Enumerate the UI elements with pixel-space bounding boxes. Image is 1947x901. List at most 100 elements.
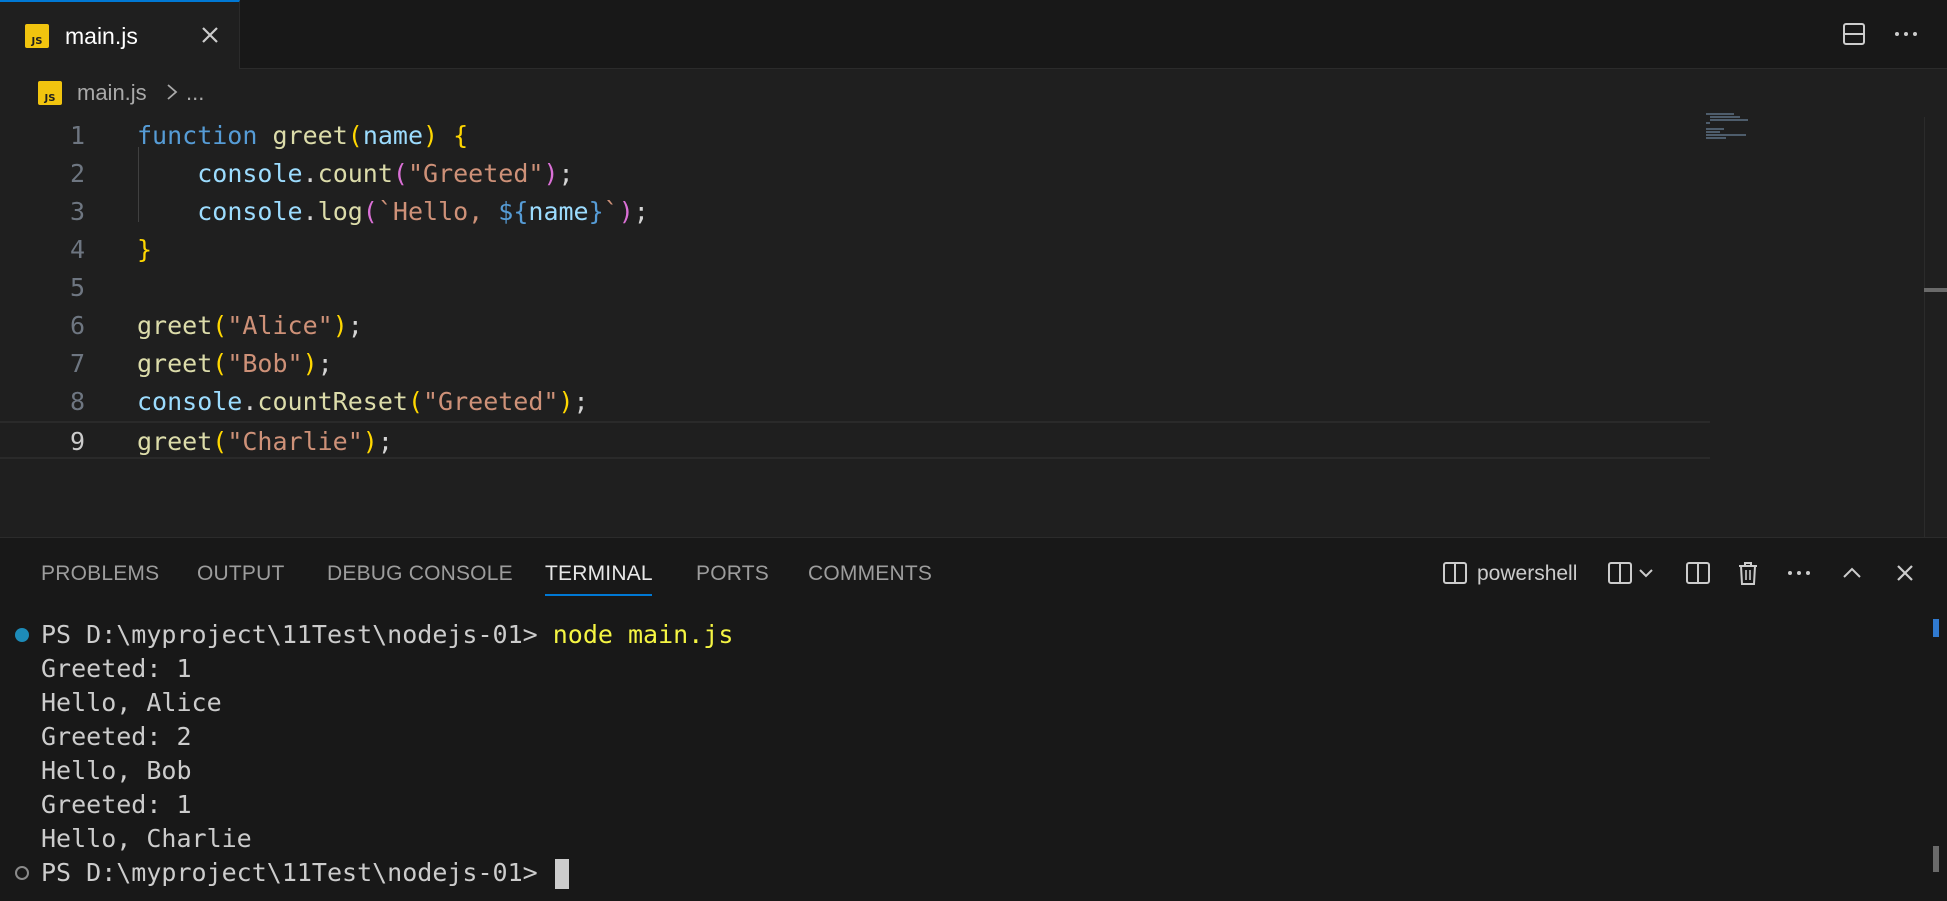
code-token: function bbox=[137, 121, 258, 150]
terminal-output-line: Hello, Charlie bbox=[41, 824, 252, 853]
terminal-prompt: PS D:\myproject\11Test\nodejs-01> bbox=[41, 858, 553, 887]
line-number: 7 bbox=[69, 349, 85, 378]
line-number: 8 bbox=[69, 387, 85, 416]
code-line[interactable]: 9 greet("Charlie"); bbox=[0, 421, 1710, 459]
code-token: . bbox=[242, 387, 258, 416]
tab-terminal[interactable]: TERMINAL bbox=[545, 562, 653, 586]
code-token: ; bbox=[377, 427, 393, 456]
editor-tab-bar: JS main.js bbox=[0, 0, 1947, 69]
terminal-shell-label[interactable]: powershell bbox=[1477, 562, 1577, 586]
terminal-split-icon[interactable] bbox=[1440, 558, 1470, 588]
command-success-icon[interactable] bbox=[15, 628, 29, 642]
code-line[interactable]: 3 console.log(`Hello, ${name}`); bbox=[0, 193, 1710, 231]
code-line[interactable]: 7 greet("Bob"); bbox=[0, 345, 1710, 383]
code-line[interactable]: 5 bbox=[0, 269, 1710, 307]
javascript-file-icon: JS bbox=[38, 81, 62, 105]
tab-debug-console[interactable]: DEBUG CONSOLE bbox=[327, 562, 513, 586]
code-text: greet("Alice"); bbox=[137, 307, 363, 345]
code-token: name bbox=[528, 197, 589, 226]
code-token: ) bbox=[332, 311, 348, 340]
line-number: 6 bbox=[69, 311, 85, 340]
code-token: ) bbox=[423, 121, 439, 150]
breadcrumb-more[interactable]: ... bbox=[186, 80, 204, 106]
code-text: function greet(name) { bbox=[137, 117, 468, 155]
code-token: ( bbox=[392, 159, 408, 188]
code-token: "Alice" bbox=[227, 311, 333, 340]
split-terminal-icon[interactable] bbox=[1605, 558, 1635, 588]
code-token: ( bbox=[347, 121, 363, 150]
code-line[interactable]: 1 function greet(name) { bbox=[0, 117, 1710, 155]
minimap[interactable] bbox=[1706, 113, 1786, 153]
tab-output[interactable]: OUTPUT bbox=[197, 562, 285, 586]
terminal-prompt: PS D:\myproject\11Test\nodejs-01> bbox=[41, 620, 553, 649]
tab-ports[interactable]: PORTS bbox=[696, 562, 769, 586]
code-token: ; bbox=[573, 387, 589, 416]
code-token: { bbox=[453, 121, 469, 150]
code-token: ${ bbox=[498, 197, 529, 226]
code-token: "Greeted" bbox=[407, 159, 544, 188]
code-line[interactable]: 4} bbox=[0, 231, 1710, 269]
close-icon[interactable] bbox=[197, 22, 223, 48]
editor-scrollbar-track bbox=[1924, 117, 1925, 537]
code-line[interactable]: 8 console.countReset("Greeted"); bbox=[0, 383, 1710, 421]
line-number: 4 bbox=[69, 235, 85, 264]
code-token: ( bbox=[362, 197, 378, 226]
breadcrumb: JS main.js ... bbox=[0, 69, 1947, 117]
code-token: greet bbox=[137, 349, 213, 378]
tab-label: main.js bbox=[65, 23, 138, 49]
terminal-output-line: Greeted: 1 bbox=[41, 654, 192, 683]
terminal[interactable]: PS D:\myproject\11Test\nodejs-01> node m… bbox=[0, 618, 1947, 898]
code-editor[interactable]: 1 function greet(name) {2 console.count("… bbox=[0, 117, 1947, 537]
code-token: ; bbox=[558, 159, 574, 188]
split-editor-icon[interactable] bbox=[1683, 558, 1713, 588]
terminal-output-line: Greeted: 1 bbox=[41, 790, 192, 819]
code-token: } bbox=[588, 197, 604, 226]
code-text: greet("Charlie"); bbox=[137, 423, 393, 461]
close-icon[interactable] bbox=[1890, 558, 1920, 588]
line-number: 2 bbox=[69, 159, 85, 188]
code-text: console.countReset("Greeted"); bbox=[137, 383, 589, 421]
code-token: countReset bbox=[257, 387, 408, 416]
code-line[interactable]: 6 greet("Alice"); bbox=[0, 307, 1710, 345]
code-token: ( bbox=[212, 427, 228, 456]
command-pending-icon[interactable] bbox=[15, 866, 29, 880]
more-actions-icon[interactable] bbox=[1784, 558, 1814, 588]
line-number: 9 bbox=[69, 427, 85, 456]
code-token: "Charlie" bbox=[227, 427, 363, 456]
code-token: ) bbox=[558, 387, 574, 416]
breadcrumb-file[interactable]: main.js bbox=[77, 80, 147, 106]
code-token: greet bbox=[137, 311, 213, 340]
code-token: "Bob" bbox=[227, 349, 303, 378]
code-token: ( bbox=[212, 311, 228, 340]
editor-scrollbar-marker[interactable] bbox=[1924, 288, 1947, 292]
terminal-output-line: Greeted: 2 bbox=[41, 722, 192, 751]
code-line[interactable]: 2 console.count("Greeted"); bbox=[0, 155, 1710, 193]
javascript-file-icon: JS bbox=[25, 24, 49, 48]
terminal-command-line: PS D:\myproject\11Test\nodejs-01> node m… bbox=[41, 618, 733, 652]
code-text: console.log(`Hello, ${name}`); bbox=[137, 193, 649, 231]
bottom-panel: PROBLEMS OUTPUT DEBUG CONSOLE TERMINAL P… bbox=[0, 537, 1947, 901]
terminal-scrollbar-thumb[interactable] bbox=[1933, 846, 1939, 872]
code-token: ) bbox=[362, 427, 378, 456]
tab-comments[interactable]: COMMENTS bbox=[808, 562, 932, 586]
active-tab-indicator bbox=[545, 594, 652, 596]
split-editor-layout-icon[interactable] bbox=[1839, 19, 1869, 49]
chevron-up-icon[interactable] bbox=[1837, 558, 1867, 588]
code-token: ` bbox=[603, 197, 619, 226]
trash-icon[interactable] bbox=[1733, 558, 1763, 588]
terminal-prompt-line: PS D:\myproject\11Test\nodejs-01> bbox=[41, 856, 569, 890]
line-number: 5 bbox=[69, 273, 85, 302]
code-token: ; bbox=[317, 349, 333, 378]
code-token: console bbox=[137, 387, 243, 416]
tab-problems[interactable]: PROBLEMS bbox=[41, 562, 159, 586]
tab-main-js[interactable]: JS main.js bbox=[0, 0, 240, 69]
code-token: } bbox=[137, 235, 153, 264]
chevron-down-icon[interactable] bbox=[1636, 558, 1656, 588]
code-token: console bbox=[197, 197, 303, 226]
code-token: ) bbox=[543, 159, 559, 188]
more-actions-icon[interactable] bbox=[1891, 19, 1921, 49]
line-number: 1 bbox=[69, 121, 85, 150]
code-token: name bbox=[362, 121, 424, 150]
